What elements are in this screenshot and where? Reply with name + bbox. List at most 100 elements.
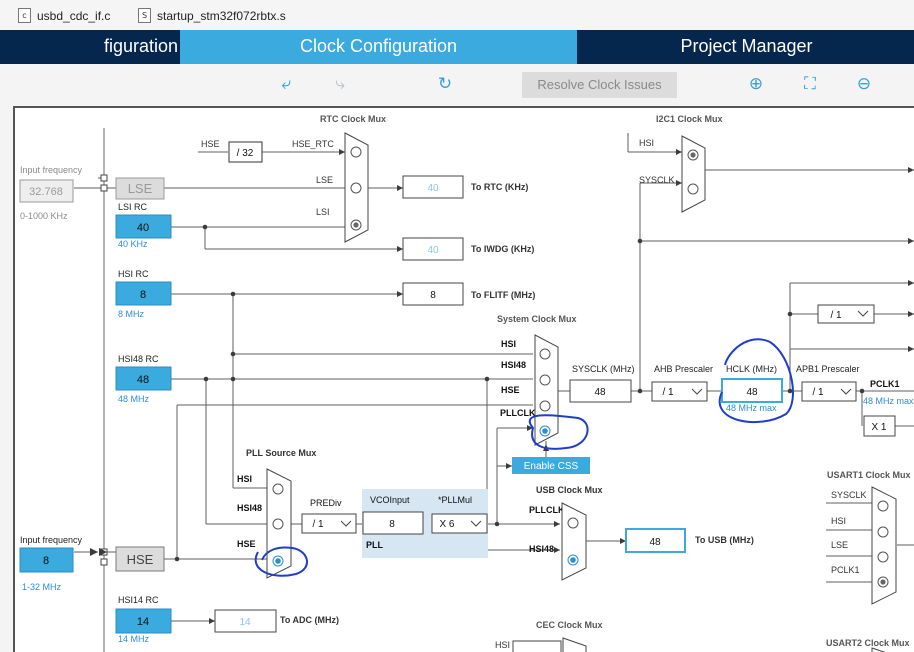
asm-file-icon: S bbox=[138, 8, 151, 23]
lse-input-label: Input frequency bbox=[20, 165, 83, 175]
hsi14-rc-label: HSI14 RC bbox=[118, 595, 159, 605]
redo-icon[interactable]: ⤷ bbox=[330, 74, 350, 94]
usart1-mux-hsi-label: HSI bbox=[831, 516, 846, 526]
rtc-mux-lse-label: LSE bbox=[316, 175, 333, 185]
hse-frequency-value: 8 bbox=[43, 555, 49, 567]
prediv-label: PREDiv bbox=[310, 498, 342, 508]
rtc-mux-hse-rtc-label: HSE_RTC bbox=[292, 139, 334, 149]
fit-screen-icon[interactable]: ⛶ bbox=[800, 74, 820, 94]
pll-mux-hse-label: HSE bbox=[237, 539, 256, 549]
editor-file-tabs: c usbd_cdc_if.c S startup_stm32f072rbtx.… bbox=[0, 0, 914, 31]
lse-source-label: LSE bbox=[128, 181, 153, 196]
tab-project-manager[interactable]: Project Manager bbox=[579, 30, 914, 64]
hsi14-rc-value: 14 bbox=[137, 616, 149, 628]
vco-input-value: 8 bbox=[389, 519, 395, 530]
flitf-output-label: To FLITF (MHz) bbox=[471, 290, 535, 300]
file-tab-label: usbd_cdc_if.c bbox=[37, 8, 111, 23]
iwdg-output-label: To IWDG (KHz) bbox=[471, 244, 534, 254]
apb1-prescaler-value: / 1 bbox=[812, 387, 824, 398]
usb-clock-mux bbox=[561, 502, 587, 581]
tab-clock-configuration[interactable]: Clock Configuration bbox=[180, 30, 577, 64]
timer-multiplier-value: X 1 bbox=[871, 422, 886, 433]
i2c1-mux-hsi-label: HSI bbox=[639, 138, 654, 148]
pll-label: PLL bbox=[366, 540, 384, 550]
usb-output-label: To USB (MHz) bbox=[695, 535, 754, 545]
system-mux-radio-hsi[interactable] bbox=[539, 348, 551, 360]
hclk-max: 48 MHz max bbox=[726, 403, 777, 413]
system-mux-pllclk-label: PLLCLK bbox=[500, 408, 536, 418]
pllmul-label: *PLLMul bbox=[438, 495, 472, 505]
zoom-in-icon[interactable]: ⊕ bbox=[746, 74, 766, 94]
pll-mux-hsi-label: HSI bbox=[237, 474, 252, 484]
usb-mux-hsi48-label: HSI48 bbox=[529, 544, 554, 554]
sysclk-value: 48 bbox=[594, 387, 606, 398]
usart1-mux-radio-sysclk[interactable] bbox=[877, 500, 889, 512]
rtc-mux-radio-hse[interactable] bbox=[350, 146, 362, 158]
system-mux-radio-hse[interactable] bbox=[539, 400, 551, 412]
rtc-output-value: 40 bbox=[427, 183, 439, 194]
right-prescaler-value: / 1 bbox=[830, 310, 842, 321]
usb-mux-radio-pllclk[interactable] bbox=[567, 517, 579, 529]
hclk-value: 48 bbox=[746, 387, 758, 398]
hsi48-unit: 48 MHz bbox=[118, 394, 150, 404]
vco-input-label: VCOInput bbox=[370, 495, 410, 505]
ahb-prescaler-value: / 1 bbox=[662, 387, 674, 398]
hsi-unit: 8 MHz bbox=[118, 309, 145, 319]
ahb-prescaler-select[interactable] bbox=[651, 381, 708, 402]
usart1-mux-title: USART1 Clock Mux bbox=[827, 470, 911, 480]
prediv-value: / 1 bbox=[312, 519, 324, 530]
lse-range: 0-1000 KHz bbox=[20, 211, 68, 221]
ahb-prescaler-label: AHB Prescaler bbox=[654, 364, 713, 374]
tab-pinout-configuration[interactable]: figuration bbox=[0, 30, 178, 64]
lse-frequency-value: 32.768 bbox=[29, 186, 63, 198]
pclk1-label: PCLK1 bbox=[870, 379, 900, 389]
pclk1-max: 48 MHz max bbox=[863, 396, 914, 406]
i2c1-mux-radio-sysclk[interactable] bbox=[687, 183, 699, 195]
i2c1-clock-mux bbox=[681, 135, 706, 213]
usb-output-value: 48 bbox=[649, 537, 661, 548]
system-mux-title: System Clock Mux bbox=[497, 314, 577, 324]
i2c1-mux-sysclk-label: SYSCLK bbox=[639, 175, 675, 185]
usart1-mux-sysclk-label: SYSCLK bbox=[831, 490, 867, 500]
system-mux-hse-label: HSE bbox=[501, 385, 520, 395]
pll-mux-radio-hsi48[interactable] bbox=[272, 518, 284, 530]
c-file-icon: c bbox=[18, 8, 31, 23]
hsi48-rc-label: HSI48 RC bbox=[118, 354, 159, 364]
refresh-icon[interactable]: ↻ bbox=[435, 74, 455, 94]
usart1-mux-lse-label: LSE bbox=[831, 540, 848, 550]
pll-mux-hsi48-label: HSI48 bbox=[237, 503, 262, 513]
cec-mux-hsi-label: HSI bbox=[495, 640, 510, 650]
i2c1-mux-title: I2C1 Clock Mux bbox=[656, 114, 723, 124]
pll-mux-radio-hsi[interactable] bbox=[272, 483, 284, 495]
iwdg-output-value: 40 bbox=[427, 245, 439, 256]
system-mux-radio-hsi48[interactable] bbox=[539, 374, 551, 386]
hclk-label: HCLK (MHz) bbox=[726, 364, 777, 374]
hsi14-unit: 14 MHz bbox=[118, 634, 150, 644]
usart1-mux-radio-hsi[interactable] bbox=[877, 526, 889, 538]
apb1-prescaler-label: APB1 Prescaler bbox=[796, 364, 860, 374]
cec-mux-title: CEC Clock Mux bbox=[536, 620, 603, 630]
usart1-mux-radio-lse[interactable] bbox=[877, 551, 889, 563]
config-nav-bar: figuration Clock Configuration Project M… bbox=[0, 30, 914, 64]
hse-source-label: HSE bbox=[127, 552, 154, 567]
hsi-rc-label: HSI RC bbox=[118, 269, 149, 279]
resolve-clock-issues-button[interactable]: Resolve Clock Issues bbox=[522, 72, 677, 98]
hse-input-label: Input frequency bbox=[20, 535, 83, 545]
file-tab-startup[interactable]: S startup_stm32f072rbtx.s bbox=[138, 8, 286, 23]
lsi-rc-label: LSI RC bbox=[118, 202, 148, 212]
hsi-rc-value: 8 bbox=[140, 289, 146, 301]
rtc-mux-radio-lse[interactable] bbox=[350, 182, 362, 194]
rtc-hse-divider-value: / 32 bbox=[237, 148, 254, 159]
cec-divider-field bbox=[512, 640, 562, 652]
sysclk-label: SYSCLK (MHz) bbox=[572, 364, 635, 374]
hse-range: 1-32 MHz bbox=[22, 582, 62, 592]
usart1-mux-pclk1-label: PCLK1 bbox=[831, 565, 860, 575]
zoom-out-icon[interactable]: ⊖ bbox=[854, 74, 874, 94]
usb-mux-pllclk-label: PLLCLK bbox=[529, 505, 565, 515]
usb-mux-title: USB Clock Mux bbox=[536, 485, 603, 495]
lsi-rc-value: 40 bbox=[137, 222, 149, 234]
undo-icon[interactable]: ⤶ bbox=[276, 74, 296, 94]
file-tab-usbd-cdc-if[interactable]: c usbd_cdc_if.c bbox=[18, 8, 110, 23]
file-tab-label: startup_stm32f072rbtx.s bbox=[157, 8, 286, 23]
adc-output-value: 14 bbox=[239, 617, 251, 628]
